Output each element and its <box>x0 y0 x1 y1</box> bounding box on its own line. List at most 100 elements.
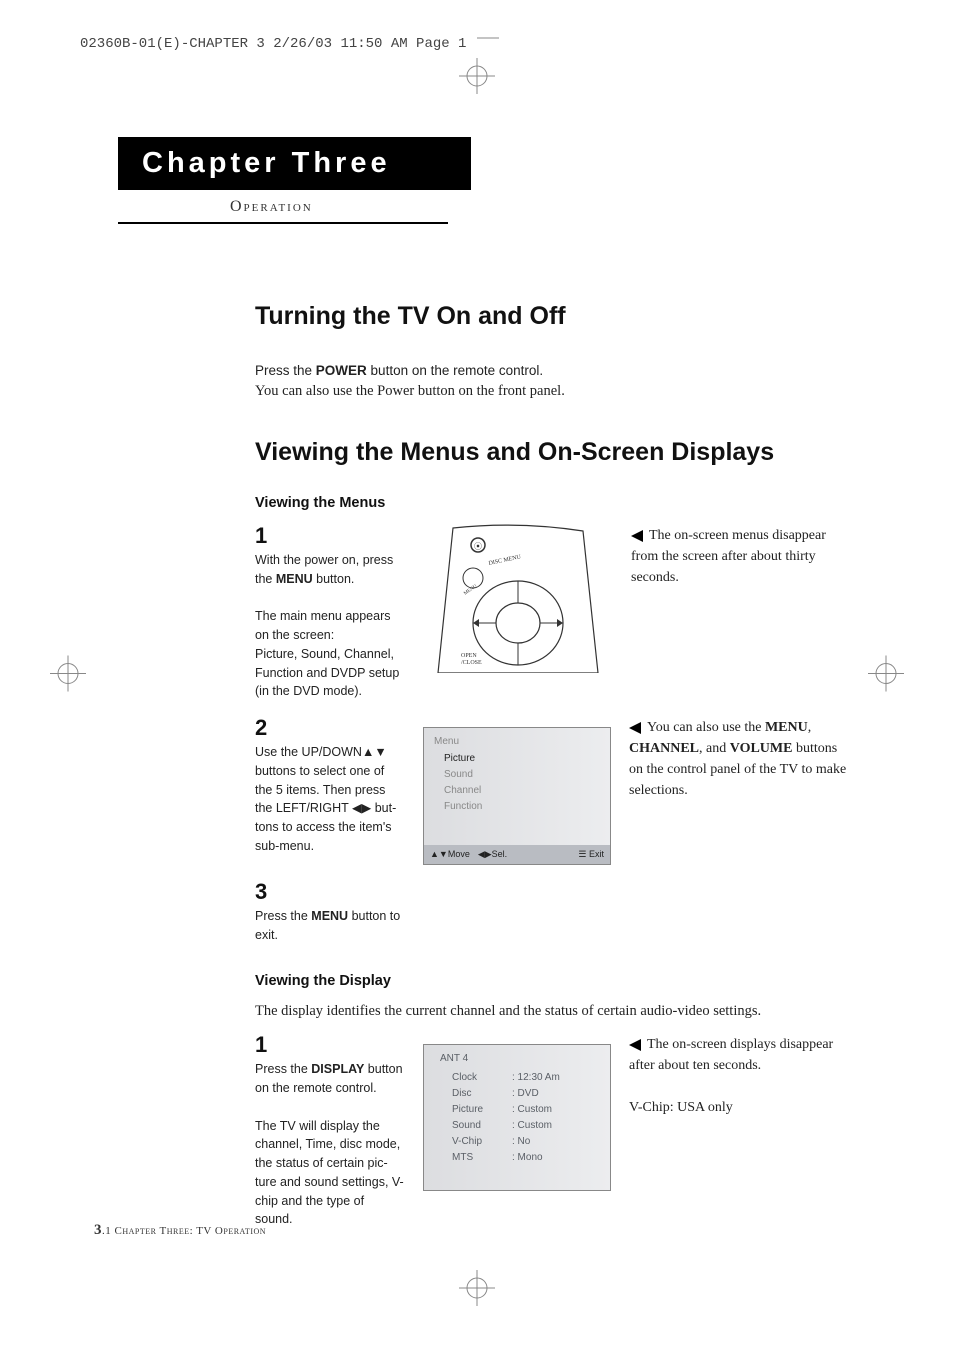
display-row-mts: MTS: Mono <box>434 1150 600 1166</box>
print-header-line: 02360B-01(E)-CHAPTER 3 2/26/03 11:50 AM … <box>0 0 954 52</box>
chapter-title-bar: Chapter Three <box>118 137 471 190</box>
v1: : DVD <box>512 1086 539 1102</box>
menu-footer-exit: ☰ Exit <box>578 849 604 860</box>
arrow-left-icon <box>629 722 641 734</box>
display-screenshot: ANT 4 Clock: 12:30 Am Disc: DVD Picture:… <box>423 1032 611 1191</box>
k2: Picture <box>452 1102 512 1118</box>
menu-item-channel: Channel <box>444 783 600 799</box>
menu-footer: ▲▼Move ◀▶Sel. ☰ Exit <box>424 845 610 864</box>
display-step-1-row: 1 Press the DISPLAY button on the remote… <box>255 1032 884 1229</box>
menu-screenshot: Menu Picture Sound Channel Function ▲▼Mo… <box>423 715 611 865</box>
section1-pre: Press the <box>255 363 316 378</box>
registration-mark-right-icon <box>868 655 904 696</box>
k5: MTS <box>452 1150 512 1166</box>
display-step-1-text: 1 Press the DISPLAY button on the remote… <box>255 1032 405 1229</box>
display-box: ANT 4 Clock: 12:30 Am Disc: DVD Picture:… <box>423 1044 611 1191</box>
registration-mark-top-icon <box>459 58 495 99</box>
display-step-1-line1: Press the DISPLAY button on the remote c… <box>255 1060 405 1098</box>
step-1-line1: With the power on, press the MENU button… <box>255 551 405 589</box>
s3-menu: MENU <box>311 909 348 923</box>
menu-item-sound: Sound <box>444 767 600 783</box>
menu-item-function: Function <box>444 799 600 815</box>
step-3-number: 3 <box>255 881 405 903</box>
step-1-line3: Picture, Sound, Channel, Function and DV… <box>255 645 405 701</box>
s3-pre: Press the <box>255 909 311 923</box>
print-header-text: 02360B-01(E)-CHAPTER 3 2/26/03 11:50 AM … <box>80 36 466 52</box>
page: 02360B-01(E)-CHAPTER 3 2/26/03 11:50 AM … <box>0 0 954 1351</box>
display-step-1-line2: The TV will display the channel, Time, d… <box>255 1117 405 1230</box>
subheading-viewing-display: Viewing the Display <box>255 973 884 989</box>
arrow-left-icon <box>631 530 643 542</box>
s2-m1: , <box>808 720 812 735</box>
display-row-clock: Clock: 12:30 Am <box>434 1070 600 1086</box>
subheading-viewing-menus: Viewing the Menus <box>255 495 884 511</box>
arrow-left-icon <box>629 1039 641 1051</box>
s2-m2: , and <box>699 741 730 756</box>
power-label: POWER <box>316 363 367 378</box>
step-1-line2: The main menu appears on the screen: <box>255 607 405 645</box>
menu-item-picture: Picture <box>444 751 600 767</box>
k1: Disc <box>452 1086 512 1102</box>
step-3-body: Press the MENU button to exit. <box>255 907 405 945</box>
chapter-subtitle-text: Operation <box>118 190 448 222</box>
page-footer: 3.1 Chapter Three: TV Operation <box>94 1222 266 1239</box>
svg-text:MENU: MENU <box>463 584 478 597</box>
svg-text:DISC MENU: DISC MENU <box>488 554 522 567</box>
display-step-1-number: 1 <box>255 1034 405 1056</box>
footer-page-sub: .1 <box>102 1225 111 1237</box>
viewing-display-intro: The display identifies the current chann… <box>255 1001 884 1023</box>
content-area: Turning the TV On and Off Press the POWE… <box>255 302 884 1229</box>
step1-note-text: The on-screen menus disappear from the s… <box>631 528 826 585</box>
s2-volume: VOLUME <box>730 741 793 756</box>
section1-serif-note: You can also use the Power button on the… <box>255 381 884 403</box>
menu-box: Menu Picture Sound Channel Function ▲▼Mo… <box>423 727 611 865</box>
v3: : Custom <box>512 1118 552 1134</box>
step-2-row: 2 Use the UP/DOWN▲▼ buttons to select on… <box>255 715 884 865</box>
svg-text:⦿: ⦿ <box>474 542 482 551</box>
svg-text:OPEN: OPEN <box>461 653 477 659</box>
s2-channel: CHANNEL <box>629 741 699 756</box>
menu-box-title: Menu <box>434 736 600 747</box>
crop-dash-icon <box>475 33 501 49</box>
svg-text:/CLOSE: /CLOSE <box>461 660 482 666</box>
footer-text: Chapter Three: TV Operation <box>111 1225 266 1237</box>
step-2-text: 2 Use the UP/DOWN▲▼ buttons to select on… <box>255 715 405 856</box>
chapter-subtitle-row: Operation <box>118 190 448 224</box>
section-viewing-menus-title: Viewing the Menus and On-Screen Displays <box>255 438 884 467</box>
display-note-2: V-Chip: USA only <box>629 1097 849 1118</box>
step1-post: button. <box>313 572 355 586</box>
v5: : Mono <box>512 1150 543 1166</box>
display-row-vchip: V-Chip: No <box>434 1134 600 1150</box>
display-row-sound: Sound: Custom <box>434 1118 600 1134</box>
v2: : Custom <box>512 1102 552 1118</box>
v0: : 12:30 Am <box>512 1070 560 1086</box>
step-1-note: The on-screen menus disappear from the s… <box>631 523 851 588</box>
step-1-text: 1 With the power on, press the MENU butt… <box>255 523 405 701</box>
step-2-body: Use the UP/DOWN▲▼ buttons to select one … <box>255 743 405 856</box>
step-1-row: 1 With the power on, press the MENU butt… <box>255 523 884 701</box>
display-note1-text: The on-screen displays disappear after a… <box>629 1037 833 1073</box>
display-step-1-note: The on-screen displays disappear after a… <box>629 1032 849 1118</box>
ds1-pre: Press the <box>255 1062 311 1076</box>
registration-mark-left-icon <box>50 655 86 696</box>
display-ant-label: ANT 4 <box>440 1053 600 1064</box>
step-1-number: 1 <box>255 525 405 547</box>
k4: V-Chip <box>452 1134 512 1150</box>
section1-instruction: Press the POWER button on the remote con… <box>255 361 884 381</box>
display-row-disc: Disc: DVD <box>434 1086 600 1102</box>
section-turning-on-title: Turning the TV On and Off <box>255 302 884 331</box>
menu-items-list: Picture Sound Channel Function <box>434 751 600 815</box>
registration-mark-bottom-icon <box>459 1270 495 1311</box>
v4: : No <box>512 1134 530 1150</box>
remote-illustration: ⦿ OPEN /CLOSE DISC MENU MENU <box>423 523 613 673</box>
footer-page-number: 3 <box>94 1222 102 1238</box>
step-2-note: You can also use the MENU, CHANNEL, and … <box>629 715 849 801</box>
k3: Sound <box>452 1118 512 1134</box>
display-note-1: The on-screen displays disappear after a… <box>629 1034 849 1076</box>
s2-menu: MENU <box>765 720 808 735</box>
s2-pre: You can also use the <box>647 720 765 735</box>
step-3-text: 3 Press the MENU button to exit. <box>255 879 405 945</box>
menu-footer-move: ▲▼Move <box>430 849 470 860</box>
k0: Clock <box>452 1070 512 1086</box>
step-3-row: 3 Press the MENU button to exit. <box>255 879 884 945</box>
